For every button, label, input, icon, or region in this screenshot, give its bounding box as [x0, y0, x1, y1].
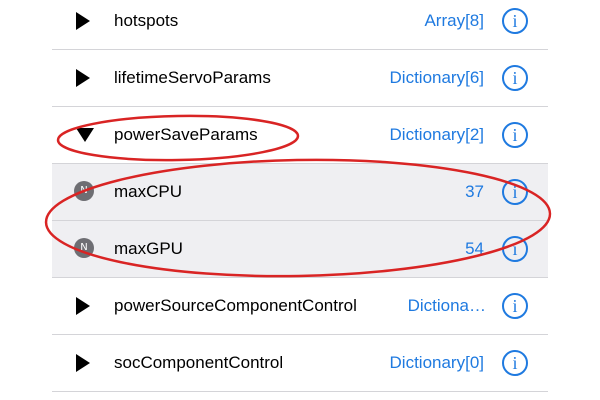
- info-icon[interactable]: i: [502, 179, 528, 205]
- row-value: 54: [465, 239, 484, 258]
- info-icon[interactable]: i: [502, 7, 528, 34]
- row-key: powerSaveParams: [114, 125, 258, 144]
- plist-row-socComponentControl[interactable]: socComponentControl Dictionary[0] i: [52, 335, 548, 392]
- row-value: 37: [465, 182, 484, 201]
- plist-row-powerSourceComponentControl[interactable]: powerSourceComponentControl Dictiona… i: [52, 278, 548, 335]
- plist-browser-list: hotspots Array[8] i lifetimeServoParams …: [52, 0, 548, 392]
- row-key: hotspots: [114, 10, 179, 30]
- number-type-icon: N: [74, 181, 96, 203]
- disclosure-triangle-down-icon[interactable]: [74, 124, 96, 146]
- disclosure-triangle-right-icon[interactable]: [74, 352, 96, 374]
- number-badge: N: [74, 238, 94, 258]
- info-icon[interactable]: i: [502, 350, 528, 376]
- row-value: Dictiona…: [407, 296, 486, 315]
- row-key: maxCPU: [114, 182, 183, 201]
- number-badge: N: [74, 181, 94, 201]
- disclosure-triangle-right-icon[interactable]: [74, 295, 96, 317]
- row-key: maxGPU: [114, 239, 183, 258]
- info-icon[interactable]: i: [502, 65, 528, 91]
- plist-row-powerSaveParams[interactable]: powerSaveParams Dictionary[2] i: [52, 107, 548, 164]
- row-value: Array[8]: [424, 10, 484, 30]
- row-value: Dictionary[6]: [389, 68, 484, 87]
- disclosure-triangle-right-icon[interactable]: [74, 67, 96, 89]
- plist-row-maxGPU[interactable]: N maxGPU 54 i: [52, 221, 548, 278]
- row-value: Dictionary[0]: [389, 353, 484, 372]
- plist-row-lifetimeServoParams[interactable]: lifetimeServoParams Dictionary[6] i: [52, 50, 548, 107]
- row-value: Dictionary[2]: [389, 125, 484, 144]
- info-icon[interactable]: i: [502, 236, 528, 262]
- plist-row-maxCPU[interactable]: N maxCPU 37 i: [52, 164, 548, 221]
- number-type-icon: N: [74, 238, 96, 260]
- plist-row-hotspots[interactable]: hotspots Array[8] i: [52, 0, 548, 50]
- info-icon[interactable]: i: [502, 293, 528, 319]
- info-icon[interactable]: i: [502, 122, 528, 148]
- disclosure-triangle-right-icon[interactable]: [74, 10, 96, 32]
- row-key: lifetimeServoParams: [114, 68, 271, 87]
- row-key: socComponentControl: [114, 353, 284, 372]
- row-key: powerSourceComponentControl: [114, 296, 357, 315]
